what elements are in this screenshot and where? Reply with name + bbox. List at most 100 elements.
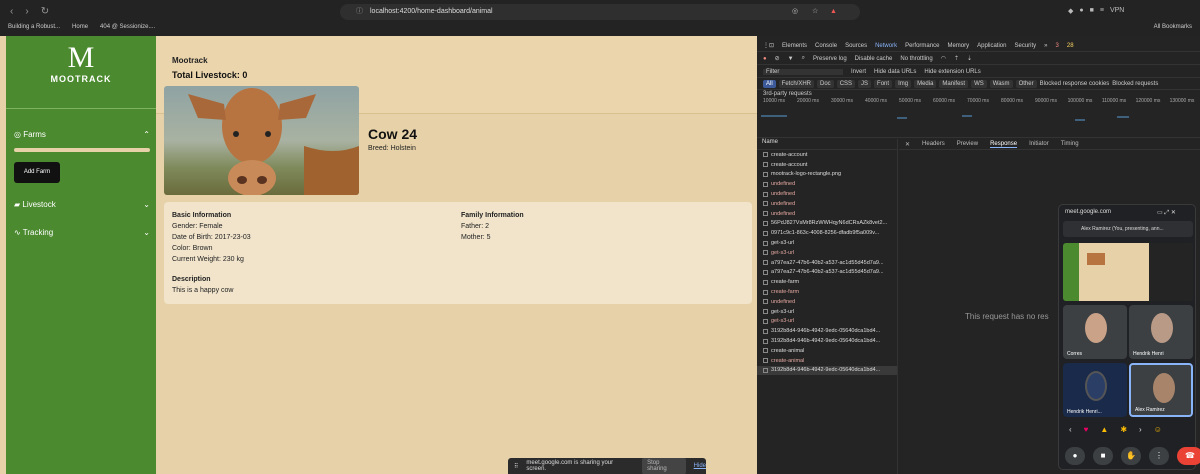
clear-icon[interactable]: ⊘ xyxy=(775,55,780,62)
throttling-select[interactable]: No throttling xyxy=(900,56,932,62)
stop-sharing-button[interactable]: Stop sharing xyxy=(642,458,686,474)
request-row[interactable]: undefined xyxy=(757,179,897,189)
bookmark-item[interactable]: 404 @ Sessionize.... xyxy=(100,24,155,36)
emoji-icon[interactable]: ☺ xyxy=(1154,425,1162,434)
request-row[interactable]: create-animal xyxy=(757,346,897,356)
warning-count[interactable]: 28 xyxy=(1067,43,1074,49)
preserve-log-checkbox[interactable]: Preserve log xyxy=(813,56,847,62)
type-chip[interactable]: CSS xyxy=(836,79,856,88)
request-row[interactable]: undefined xyxy=(757,297,897,307)
hide-data-urls-checkbox[interactable]: Hide data URLs xyxy=(874,69,916,75)
disable-cache-checkbox[interactable]: Disable cache xyxy=(855,56,893,62)
extension-icon[interactable]: ■ xyxy=(1090,7,1094,15)
type-chip[interactable]: Img xyxy=(895,79,912,88)
mic-icon[interactable]: ● xyxy=(1065,447,1085,465)
thumbs-up-icon[interactable]: ▲ xyxy=(1100,425,1108,434)
tab-performance[interactable]: Performance xyxy=(905,43,939,49)
extension-icon[interactable]: ◆ xyxy=(1068,7,1073,15)
type-chip[interactable]: Media xyxy=(914,79,937,88)
request-row[interactable]: undefined xyxy=(757,199,897,209)
hide-extension-urls-checkbox[interactable]: Hide extension URLs xyxy=(924,69,980,75)
bookmark-item[interactable]: Home xyxy=(72,24,88,36)
wifi-icon[interactable]: ◠ xyxy=(941,55,946,62)
third-party-checkbox[interactable]: 3rd-party requests xyxy=(763,91,812,97)
request-row[interactable]: 3192b8d4-946b-4942-9edc-05640dca1bd4... xyxy=(757,326,897,336)
request-row[interactable]: 3192b8d4-946b-4942-9edc-05640dca1bd4... xyxy=(757,336,897,346)
brave-shield-icon[interactable]: ▲ xyxy=(830,4,837,20)
request-row[interactable]: create-farm xyxy=(757,287,897,297)
extension-icon[interactable]: ● xyxy=(1079,7,1083,15)
blocked-cookies-checkbox[interactable]: Blocked response cookies xyxy=(1040,81,1110,87)
all-bookmarks[interactable]: All Bookmarks xyxy=(1154,24,1192,36)
tab-elements[interactable]: Elements xyxy=(782,43,807,49)
hide-button[interactable]: Hide xyxy=(694,463,706,469)
sidebar-item-tracking[interactable]: ∿ Tracking ⌄ xyxy=(14,228,150,237)
request-row[interactable]: undefined xyxy=(757,209,897,219)
error-count[interactable]: 3 xyxy=(1056,43,1059,49)
heart-icon[interactable]: ♥ xyxy=(1084,425,1089,434)
tab-application[interactable]: Application xyxy=(977,43,1006,49)
tab-network[interactable]: Network xyxy=(875,43,897,49)
request-row[interactable]: 0971c9c1-863c-4008-8256-dfadb9f5a009v... xyxy=(757,228,897,238)
blocked-requests-checkbox[interactable]: Blocked requests xyxy=(1112,81,1158,87)
request-row[interactable]: mootrack-logo-rectangle.png xyxy=(757,170,897,180)
type-chip[interactable]: All xyxy=(763,79,776,88)
record-icon[interactable]: ● xyxy=(763,56,767,62)
more-tabs-icon[interactable]: » xyxy=(1044,43,1047,49)
type-chip[interactable]: Manifest xyxy=(939,79,969,88)
raise-hand-icon[interactable]: ✋ xyxy=(1121,447,1141,465)
type-chip[interactable]: Wasm xyxy=(989,79,1013,88)
type-chip[interactable]: WS xyxy=(971,79,987,88)
upload-icon[interactable]: ⇡ xyxy=(954,55,959,62)
info-icon[interactable]: ⓘ xyxy=(356,4,363,20)
request-row[interactable]: create-account xyxy=(757,150,897,160)
tab-memory[interactable]: Memory xyxy=(947,43,969,49)
type-chip[interactable]: Other xyxy=(1015,79,1037,88)
party-icon[interactable]: ✱ xyxy=(1120,425,1127,434)
logo[interactable]: M MOOTRACK xyxy=(6,42,156,85)
tab-initiator[interactable]: Initiator xyxy=(1029,141,1049,147)
translate-icon[interactable]: ◎ xyxy=(792,4,798,20)
sidebar-item-farms[interactable]: ◎ Farms ⌃ xyxy=(14,130,150,139)
tab-sources[interactable]: Sources xyxy=(845,43,867,49)
request-row[interactable]: get-s3-url xyxy=(757,238,897,248)
type-chip[interactable]: JS xyxy=(858,79,872,88)
devtools-menu-icon[interactable]: ⋮⊡ xyxy=(763,42,774,49)
type-chip[interactable]: Font xyxy=(874,79,893,88)
participant-tile[interactable]: Hendrik Henri xyxy=(1129,305,1193,359)
search-icon[interactable]: ⌕ xyxy=(802,55,805,62)
more-icon[interactable]: ⋮ xyxy=(1149,447,1169,465)
address-bar[interactable]: ⓘ localhost:4200/home-dashboard/animal ◎… xyxy=(340,4,860,20)
filter-input[interactable]: Filter xyxy=(763,68,843,75)
request-row[interactable]: create-account xyxy=(757,160,897,170)
camera-icon[interactable]: ■ xyxy=(1093,447,1113,465)
tab-security[interactable]: Security xyxy=(1014,43,1036,49)
panel-divider[interactable] xyxy=(897,139,898,474)
reload-button[interactable]: ↻ xyxy=(41,6,49,17)
request-row[interactable]: get-s3-url xyxy=(757,307,897,317)
chevron-left-icon[interactable]: ‹ xyxy=(1069,425,1072,434)
request-row[interactable]: undefined xyxy=(757,189,897,199)
request-row[interactable]: 3192b8d4-946b-4942-9edc-05640dca1bd4... xyxy=(757,365,897,376)
tab-headers[interactable]: Headers xyxy=(922,141,945,147)
bookmark-star-icon[interactable]: ☆ xyxy=(812,4,818,20)
add-farm-button[interactable]: Add Farm xyxy=(14,162,60,183)
vpn-button[interactable]: VPN xyxy=(1110,7,1124,15)
type-chip[interactable]: Doc xyxy=(817,79,834,88)
download-icon[interactable]: ⇣ xyxy=(967,55,972,62)
request-row[interactable]: get-s3-url xyxy=(757,317,897,327)
filter-icon[interactable]: ▼ xyxy=(788,56,794,62)
participant-tile[interactable]: Corres xyxy=(1063,305,1127,359)
participant-tile[interactable]: Alex Ramirez xyxy=(1129,363,1193,417)
chevron-right-icon[interactable]: › xyxy=(1139,425,1142,434)
type-chip[interactable]: Fetch/XHR xyxy=(778,79,815,88)
back-button[interactable]: ‹ xyxy=(10,6,13,17)
tab-console[interactable]: Console xyxy=(815,43,837,49)
request-row[interactable]: a797ea27-47b6-40b2-a537-ac1d55d45d7a9... xyxy=(757,268,897,278)
hang-up-button[interactable]: ☎ xyxy=(1177,447,1200,465)
tab-response[interactable]: Response xyxy=(990,141,1018,148)
bookmark-item[interactable]: Building a Robust... xyxy=(8,24,60,36)
request-row[interactable]: get-s3-url xyxy=(757,248,897,258)
forward-button[interactable]: › xyxy=(25,6,28,17)
close-icon[interactable]: ✕ xyxy=(905,141,910,148)
